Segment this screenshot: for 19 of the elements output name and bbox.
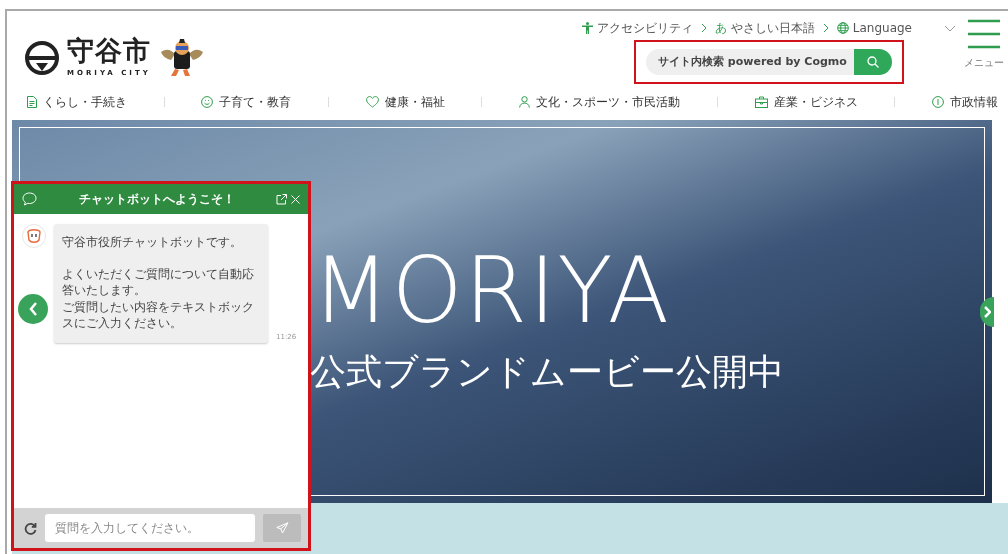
banner-title: MORIYA (312, 246, 672, 336)
nav-link[interactable]: 市政情報 (931, 93, 998, 111)
message-text: よくいただくご質問について自動応答いたします。 (62, 266, 255, 299)
banner-subtitle: 公式ブランドムービー公開中 (310, 354, 784, 390)
chatbot-title: チャットボットへようこそ！ (77, 191, 236, 208)
message-text: ご質問したい内容をテキストボックスにご入力ください。 (62, 298, 255, 331)
message-text: 守谷市役所チャットボットです。 (62, 234, 243, 251)
nav-link[interactable]: 産業・ビジネス (754, 93, 858, 111)
utility-link[interactable]: Language (836, 19, 912, 37)
nav-link[interactable]: 健康・福祉 (365, 93, 445, 111)
menu-button[interactable]: メニュー (964, 19, 1004, 88)
utility-link[interactable]: アクセシビリティ (581, 19, 693, 37)
city-name: 守谷市 (67, 36, 151, 64)
message-input[interactable]: 質問を入力してください。 (45, 514, 255, 542)
nav-link[interactable]: 子育て・教育 (201, 93, 292, 111)
nav-link[interactable]: 文化・スポーツ・市民活動 (519, 93, 681, 111)
nav-link[interactable]: くらし・手続き (27, 93, 127, 111)
search-field[interactable]: サイト内検索 powered by Cogmo (646, 49, 854, 75)
utility-link[interactable]: あ やさしい日本語 (714, 19, 815, 37)
